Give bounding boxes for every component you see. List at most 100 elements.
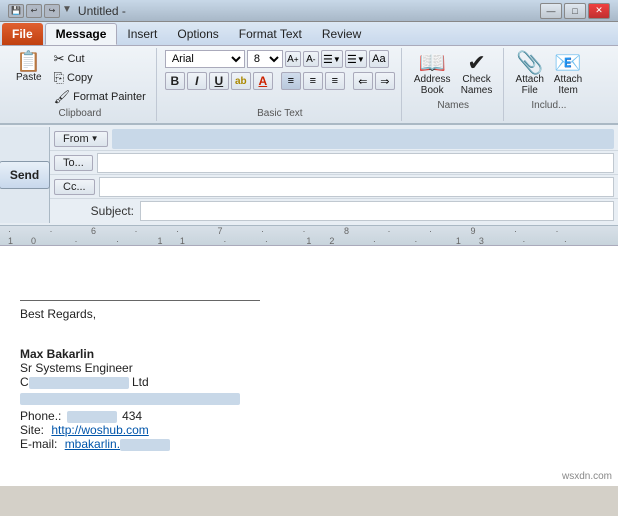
sig-name: Max Bakarlin: [20, 347, 598, 361]
paste-button[interactable]: 📋 Paste: [10, 50, 48, 86]
cut-button[interactable]: ✂ Cut: [50, 50, 150, 68]
sig-site-row: Site: http://woshub.com: [20, 423, 598, 437]
subject-input[interactable]: [140, 201, 614, 221]
clipboard-small-buttons: ✂ Cut ⎘ Copy 🖌 Format Painter: [50, 50, 150, 106]
underline-button[interactable]: U: [209, 72, 229, 90]
phone-blurred: [67, 411, 117, 423]
ruler: · 1 · · 2 · · 3 · · 4 · · 5 · · 6 · · 7 …: [0, 226, 618, 246]
attach-item-icon: 📧: [554, 52, 581, 74]
copy-label: Copy: [67, 72, 93, 84]
tab-file[interactable]: File: [2, 23, 43, 45]
cc-button[interactable]: Cc...: [54, 179, 95, 195]
redo-icon[interactable]: ↪: [44, 4, 60, 18]
list-options-button[interactable]: ☰▼: [321, 50, 343, 68]
email-header-inner: Send From ▼ To... Cc...: [0, 127, 618, 223]
to-button[interactable]: To...: [54, 155, 93, 171]
clipboard-group: 📋 Paste ✂ Cut ⎘ Copy 🖌 Format Painter C: [4, 48, 157, 121]
attach-buttons: 📎 Attach File 📧 Attach Item: [512, 50, 587, 98]
ruler-scale: · 1 · · 2 · · 3 · · 4 · · 5 · · 6 · · 7 …: [4, 226, 614, 246]
subject-row: Subject:: [50, 199, 618, 223]
sig-address: [20, 391, 598, 405]
ribbon-tabs: File Message Insert Options Format Text …: [0, 22, 618, 46]
clipboard-label: Clipboard: [10, 108, 150, 121]
font-family-select[interactable]: Arial: [165, 50, 245, 68]
font-shrink-button[interactable]: A-: [303, 51, 319, 67]
company-blurred: [29, 377, 129, 389]
from-row: From ▼: [50, 127, 618, 151]
company-prefix: C: [20, 375, 29, 389]
indent-increase-button[interactable]: ⇒: [375, 72, 395, 90]
bold-button[interactable]: B: [165, 72, 185, 90]
names-label: Names: [410, 100, 497, 113]
basic-text-label: Basic Text: [165, 108, 395, 121]
company-suffix: Ltd: [129, 375, 149, 389]
tab-format-text[interactable]: Format Text: [229, 23, 312, 45]
align-right-button[interactable]: ≡: [325, 72, 345, 90]
sig-phone-row: Phone.: 434: [20, 409, 598, 423]
paste-label: Paste: [16, 72, 42, 84]
format-painter-label: Format Painter: [73, 91, 146, 103]
cc-row: Cc...: [50, 175, 618, 199]
attach-item-button[interactable]: 📧 Attach Item: [550, 50, 586, 98]
from-label: From: [63, 133, 89, 145]
clipboard-group-content: 📋 Paste ✂ Cut ⎘ Copy 🖌 Format Painter: [10, 50, 150, 106]
special-format-button[interactable]: Aa: [369, 50, 389, 68]
basic-text-group: Arial 8 A+ A- ☰▼ ☰▼ Aa B I U ab A ≡ ≡: [159, 48, 402, 121]
phone-label: Phone.:: [20, 409, 61, 423]
attach-file-button[interactable]: 📎 Attach File: [512, 50, 548, 98]
cc-input[interactable]: [99, 177, 614, 197]
sig-company: C Ltd: [20, 375, 598, 389]
close-button[interactable]: ✕: [588, 3, 610, 19]
paste-icon: 📋: [16, 52, 41, 72]
align-center-button[interactable]: ≡: [303, 72, 323, 90]
email-link[interactable]: mbakarlin.: [65, 437, 120, 451]
basic-text-content: Arial 8 A+ A- ☰▼ ☰▼ Aa B I U ab A ≡ ≡: [165, 50, 395, 106]
site-link[interactable]: http://woshub.com: [51, 423, 148, 437]
tab-options[interactable]: Options: [167, 23, 228, 45]
include-group: 📎 Attach File 📧 Attach Item Includ...: [506, 48, 593, 121]
minimize-button[interactable]: —: [540, 3, 562, 19]
dropdown-arrow-icon[interactable]: ▼: [62, 4, 72, 18]
main-area: Best Regards, Max Bakarlin Sr Systems En…: [0, 246, 618, 486]
from-value-blurred: [112, 129, 614, 149]
attach-item-label: Attach Item: [554, 74, 582, 96]
maximize-button[interactable]: □: [564, 3, 586, 19]
indent-decrease-button[interactable]: ⇐: [353, 72, 373, 90]
ribbon: 📋 Paste ✂ Cut ⎘ Copy 🖌 Format Painter C: [0, 46, 618, 125]
subject-label: Subject:: [50, 204, 140, 218]
undo-icon[interactable]: ↩: [26, 4, 42, 18]
sig-email-row: E-mail: mbakarlin.: [20, 437, 598, 451]
names-buttons: 📖 Address Book ✔ Check Names: [410, 50, 497, 98]
sig-title: Sr Systems Engineer: [20, 361, 598, 375]
check-names-button[interactable]: ✔ Check Names: [457, 50, 497, 98]
ruler-content: · 1 · · 2 · · 3 · · 4 · · 5 · · 6 · · 7 …: [4, 226, 614, 246]
list-indent-button[interactable]: ☰▼: [345, 50, 367, 68]
tab-message[interactable]: Message: [45, 23, 118, 45]
copy-button[interactable]: ⎘ Copy: [50, 69, 150, 87]
email-body[interactable]: Best Regards, Max Bakarlin Sr Systems En…: [0, 246, 618, 486]
italic-button[interactable]: I: [187, 72, 207, 90]
format-painter-button[interactable]: 🖌 Format Painter: [50, 88, 150, 106]
quick-access-icons: 💾 ↩ ↪ ▼: [8, 4, 72, 18]
font-grow-button[interactable]: A+: [285, 51, 301, 67]
to-row: To...: [50, 151, 618, 175]
align-left-button[interactable]: ≡: [281, 72, 301, 90]
to-input[interactable]: [97, 153, 614, 173]
tab-review[interactable]: Review: [312, 23, 371, 45]
address-blurred: [20, 393, 240, 405]
cut-icon: ✂: [54, 51, 65, 67]
phone-suffix: 434: [122, 409, 142, 423]
font-row-1: Arial 8 A+ A- ☰▼ ☰▼ Aa: [165, 50, 395, 68]
check-names-icon: ✔: [467, 52, 485, 74]
address-book-button[interactable]: 📖 Address Book: [410, 50, 455, 98]
font-size-select[interactable]: 8: [247, 50, 283, 68]
from-button[interactable]: From ▼: [54, 131, 108, 147]
from-dropdown-icon: ▼: [91, 134, 99, 143]
save-icon[interactable]: 💾: [8, 4, 24, 18]
font-color-button[interactable]: A: [253, 72, 273, 90]
highlight-button[interactable]: ab: [231, 72, 251, 90]
tab-insert[interactable]: Insert: [117, 23, 167, 45]
best-regards-line: Best Regards,: [20, 307, 598, 321]
send-button[interactable]: Send: [0, 161, 50, 189]
email-label: E-mail:: [20, 437, 57, 451]
